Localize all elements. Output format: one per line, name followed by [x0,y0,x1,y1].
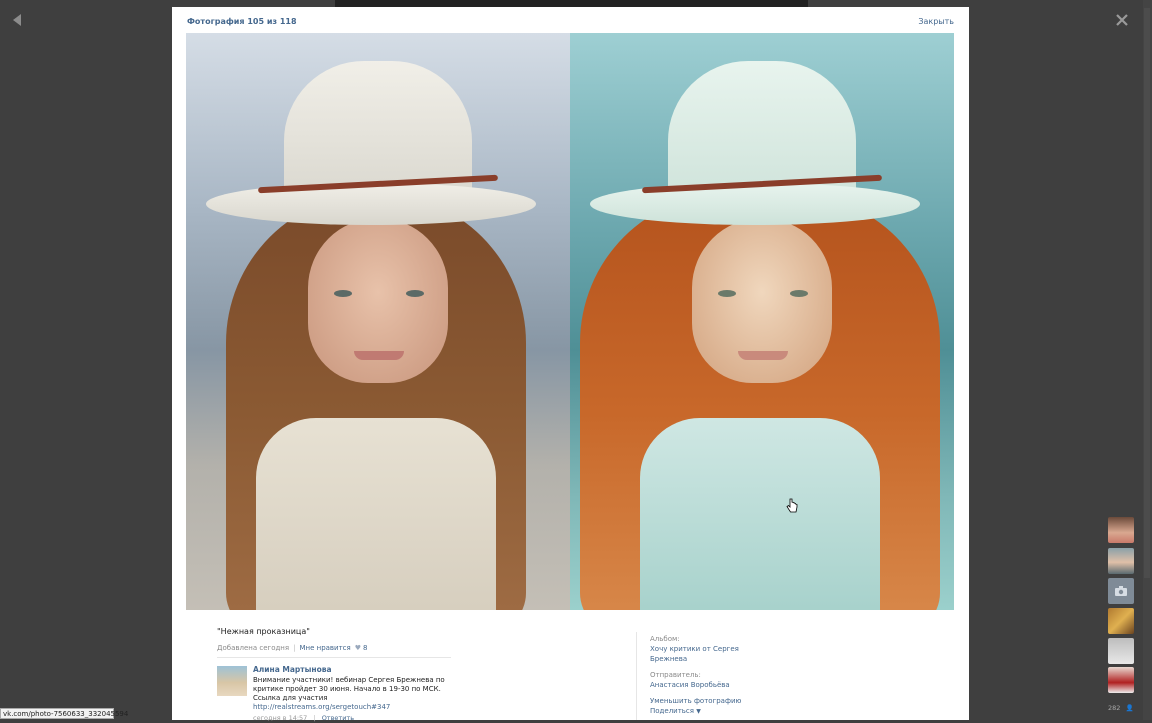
comment-link[interactable]: http://realstreams.org/sergetouch#347 [253,703,390,711]
mouth-shape [354,351,404,360]
album-link[interactable]: Хочу критики от Сергея Брежнева [650,644,750,664]
comment-text: Внимание участники! вебинар Сергея Брежн… [253,676,453,712]
person-icon: 👤 [1125,704,1134,712]
online-count: 282 [1108,704,1121,712]
photo[interactable] [186,33,955,610]
eye-shape [406,290,424,297]
comment: Алина Мартынова Внимание участники! веби… [253,665,453,722]
rail-avatar[interactable] [1108,667,1134,693]
like-count[interactable]: 8 [363,644,367,652]
reply-button[interactable]: Ответить [322,714,354,722]
photo-viewer: Фотография 105 из 118 Закрыть [172,7,969,720]
hat-brim-shape [590,183,920,225]
album-label: Альбом: [650,635,680,643]
heart-icon[interactable]: ♥ [355,644,361,652]
photo-after [570,33,954,610]
column-divider [636,632,637,720]
actions: Уменьшить фотографию Поделиться ▼ [650,696,750,717]
eye-shape [790,290,808,297]
rail-camera[interactable] [1108,578,1134,604]
sender-link[interactable]: Анастасия Воробьёва [650,680,750,690]
eye-shape [718,290,736,297]
added-date: Добавлена сегодня [217,644,290,652]
viewer-header: Фотография 105 из 118 Закрыть [172,7,969,33]
background-page-strip [335,0,808,7]
hand-cursor-icon [786,498,798,513]
shirt-shape [640,418,880,610]
photo-info: Альбом: Хочу критики от Сергея Брежнева … [650,634,750,723]
separator: | [293,644,296,652]
photo-description: "Нежная проказница" [217,627,310,636]
reduce-photo-link[interactable]: Уменьшить фотографию [650,696,750,706]
close-viewer-button[interactable] [1114,12,1130,28]
photo-before [186,33,570,610]
rail-avatar[interactable] [1108,638,1134,664]
close-x-icon [1116,14,1128,26]
avatar[interactable] [217,666,247,696]
camera-icon [1115,586,1127,596]
comment-author[interactable]: Алина Мартынова [253,665,453,674]
like-button[interactable]: Мне нравится [299,644,350,652]
eye-shape [334,290,352,297]
divider [217,657,451,658]
hat-brim-shape [206,183,536,225]
scrollbar-thumb[interactable] [1144,8,1150,578]
sender-label: Отправитель: [650,671,701,679]
shirt-shape [256,418,496,610]
previous-photo-button[interactable] [10,13,24,27]
separator: | [313,714,316,722]
share-button[interactable]: Поделиться ▼ [650,706,750,717]
share-label: Поделиться [650,707,694,715]
rail-avatar[interactable] [1108,517,1134,543]
rail-online-count[interactable]: 282 👤 [1108,704,1134,712]
comment-footer: сегодня в 14:57 | Ответить [253,714,453,722]
mouth-shape [738,351,788,360]
sender-info: Отправитель: Анастасия Воробьёва [650,670,750,690]
rail-avatar[interactable] [1108,548,1134,574]
comment-message: Внимание участники! вебинар Сергея Брежн… [253,676,445,693]
photo-counter: Фотография 105 из 118 [187,17,297,26]
comment-time: сегодня в 14:57 [253,714,308,722]
chevron-down-icon: ▼ [696,708,701,715]
arrow-left-icon [13,14,21,26]
comment-link-prefix: Ссылка для участия [253,694,328,702]
rail-avatar[interactable] [1108,608,1134,634]
album-info: Альбом: Хочу критики от Сергея Брежнева [650,634,750,664]
photo-meta: Добавлена сегодня | Мне нравится ♥ 8 [217,644,368,652]
close-link[interactable]: Закрыть [918,17,954,26]
browser-status-bar: vk.com/photo-7560633_332045594 [0,708,128,719]
